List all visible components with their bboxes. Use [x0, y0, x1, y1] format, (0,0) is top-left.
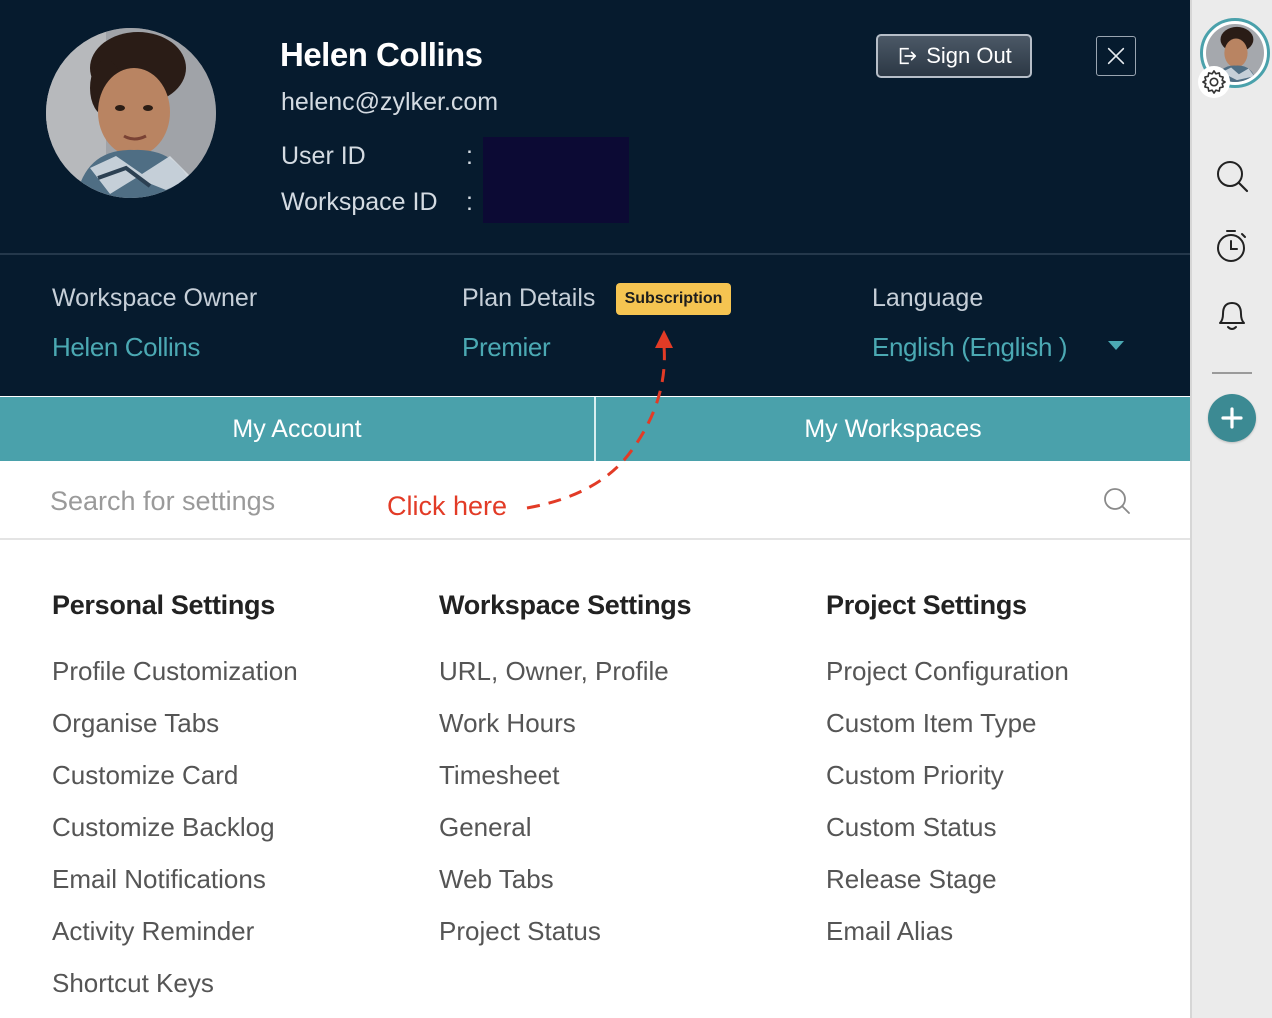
plus-icon	[1221, 407, 1243, 429]
workspace-owner-label: Workspace Owner	[52, 284, 258, 312]
setting-custom-status[interactable]: Custom Status	[826, 808, 1069, 860]
workspace-settings-list: URL, Owner, Profile Work Hours Timesheet…	[439, 652, 669, 964]
plan-details-label: Plan Details	[462, 284, 596, 312]
personal-settings-list: Profile Customization Organise Tabs Cust…	[52, 652, 298, 1016]
project-settings-title: Project Settings	[826, 590, 1027, 620]
setting-shortcut-keys[interactable]: Shortcut Keys	[52, 964, 298, 1016]
search-icon[interactable]	[1214, 158, 1250, 194]
search-icon[interactable]	[1102, 486, 1132, 516]
sign-out-button[interactable]: Sign Out	[876, 34, 1032, 78]
sign-out-label: Sign Out	[926, 43, 1012, 68]
personal-settings-title: Personal Settings	[52, 590, 275, 620]
setting-email-alias[interactable]: Email Alias	[826, 912, 1069, 964]
language-label: Language	[872, 284, 984, 312]
user-id-label: User ID	[281, 142, 366, 170]
close-icon	[1107, 47, 1125, 65]
user-email: helenc@zylker.com	[281, 88, 499, 116]
setting-web-tabs[interactable]: Web Tabs	[439, 860, 669, 912]
close-button[interactable]	[1096, 36, 1136, 76]
setting-email-notifications[interactable]: Email Notifications	[52, 860, 298, 912]
setting-activity-reminder[interactable]: Activity Reminder	[52, 912, 298, 964]
redacted-id-values	[483, 137, 629, 223]
profile-header: Helen Collins helenc@zylker.com User ID …	[0, 0, 1190, 396]
settings-panel: Helen Collins helenc@zylker.com User ID …	[0, 0, 1190, 1018]
rail-divider	[1212, 372, 1252, 374]
setting-url-owner-profile[interactable]: URL, Owner, Profile	[439, 652, 669, 704]
setting-release-stage[interactable]: Release Stage	[826, 860, 1069, 912]
setting-customize-card[interactable]: Customize Card	[52, 756, 298, 808]
workspace-owner-value: Helen Collins	[52, 332, 200, 362]
tab-bar: My Account My Workspaces	[0, 397, 1190, 461]
timer-icon[interactable]	[1214, 228, 1250, 264]
setting-custom-priority[interactable]: Custom Priority	[826, 756, 1069, 808]
tab-my-workspaces[interactable]: My Workspaces	[596, 397, 1190, 461]
user-name: Helen Collins	[280, 36, 483, 73]
gear-icon[interactable]	[1198, 66, 1230, 98]
avatar-image	[46, 28, 216, 198]
sign-out-icon	[899, 47, 917, 65]
setting-project-status[interactable]: Project Status	[439, 912, 669, 964]
subscription-badge[interactable]: Subscription	[616, 283, 731, 315]
add-button[interactable]	[1208, 394, 1256, 442]
search-bar	[0, 461, 1190, 540]
project-settings-list: Project Configuration Custom Item Type C…	[826, 652, 1069, 964]
language-select-value[interactable]: English (English )	[872, 332, 1068, 363]
setting-organise-tabs[interactable]: Organise Tabs	[52, 704, 298, 756]
bell-icon[interactable]	[1214, 297, 1250, 333]
tab-my-account[interactable]: My Account	[0, 397, 596, 461]
setting-customize-backlog[interactable]: Customize Backlog	[52, 808, 298, 860]
user-id-separator: :	[466, 142, 473, 170]
setting-general[interactable]: General	[439, 808, 669, 860]
setting-custom-item-type[interactable]: Custom Item Type	[826, 704, 1069, 756]
setting-work-hours[interactable]: Work Hours	[439, 704, 669, 756]
workspace-settings-title: Workspace Settings	[439, 590, 692, 620]
header-divider	[0, 253, 1190, 255]
workspace-id-separator: :	[466, 188, 473, 216]
search-input[interactable]	[50, 479, 1080, 523]
setting-timesheet[interactable]: Timesheet	[439, 756, 669, 808]
plan-details-value: Premier	[462, 332, 551, 362]
setting-profile-customization[interactable]: Profile Customization	[52, 652, 298, 704]
profile-avatar	[46, 28, 216, 198]
right-rail	[1190, 0, 1272, 1018]
workspace-id-label: Workspace ID	[281, 188, 438, 216]
chevron-down-icon[interactable]	[1108, 341, 1124, 350]
setting-project-configuration[interactable]: Project Configuration	[826, 652, 1069, 704]
annotation-click-here: Click here	[387, 491, 508, 521]
